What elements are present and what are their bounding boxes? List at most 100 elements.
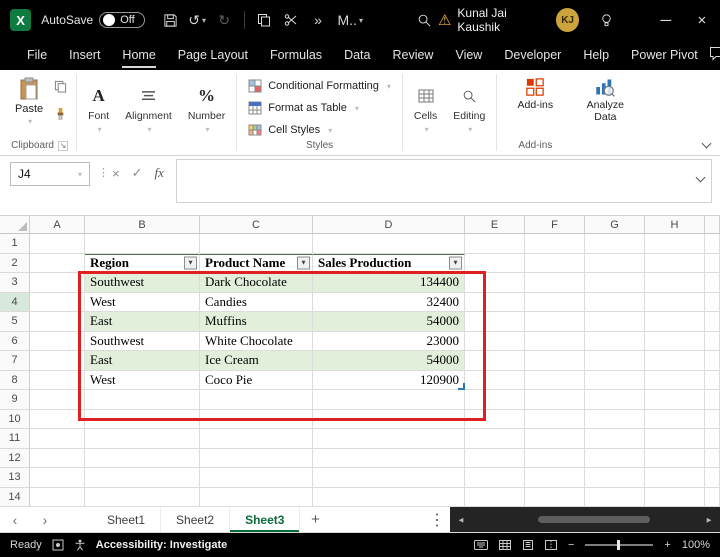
cell-A5[interactable] [30,312,85,332]
undo-icon[interactable]: ↺▾ [184,0,211,40]
cell-A12[interactable] [30,449,85,469]
analyze-data-button[interactable]: Analyze Data [572,74,638,126]
cell-H14[interactable] [645,488,705,508]
close-button[interactable]: × [684,0,720,40]
cell-B10[interactable] [85,410,200,430]
cell-F1[interactable] [525,234,585,254]
quick-access-dropdown[interactable]: M.. ▾ [332,0,369,40]
paste-button[interactable]: Paste ▾ [8,74,50,129]
row-header-9[interactable]: 9 [0,390,30,410]
filter-button-B2[interactable]: ▾ [184,256,197,269]
add-ins-button[interactable]: Add-ins [502,74,568,114]
row-header-11[interactable]: 11 [0,429,30,449]
menu-tab-formulas[interactable]: Formulas [259,40,333,70]
cell-D7[interactable]: 54000 [313,351,465,371]
cell-H4[interactable] [645,293,705,313]
cell-E11[interactable] [465,429,525,449]
formula-input[interactable] [176,159,712,203]
cell-G9[interactable] [585,390,645,410]
cell-G2[interactable] [585,254,645,274]
scroll-right-icon[interactable]: ► [705,515,713,524]
row-header-13[interactable]: 13 [0,468,30,488]
cell-G11[interactable] [585,429,645,449]
row-header-6[interactable]: 6 [0,332,30,352]
cell-F6[interactable] [525,332,585,352]
cell-C7[interactable]: Ice Cream [200,351,313,371]
font-group-button[interactable]: A Font ▾ [80,70,117,155]
cell-G1[interactable] [585,234,645,254]
filter-button-C2[interactable]: ▾ [297,256,310,269]
cell-D4[interactable]: 32400 [313,293,465,313]
cells-group-button[interactable]: Cells ▾ [406,70,445,155]
format-as-table-button[interactable]: Format as Table ▾ [242,98,397,118]
cell-A2[interactable] [30,254,85,274]
cell-H9[interactable] [645,390,705,410]
cell-A6[interactable] [30,332,85,352]
search-icon[interactable] [411,0,438,40]
cell-H12[interactable] [645,449,705,469]
cell-A4[interactable] [30,293,85,313]
cell-E5[interactable] [465,312,525,332]
cell-E1[interactable] [465,234,525,254]
cell-B14[interactable] [85,488,200,508]
sheet-nav-right-icon[interactable]: › [30,507,60,532]
cell-G7[interactable] [585,351,645,371]
cell-F12[interactable] [525,449,585,469]
cell-G3[interactable] [585,273,645,293]
cell-A8[interactable] [30,371,85,391]
cell-E6[interactable] [465,332,525,352]
cell-F14[interactable] [525,488,585,508]
sheet-nav-left-icon[interactable]: ‹ [0,507,30,532]
cell-H8[interactable] [645,371,705,391]
cell-C2[interactable]: Product Name▾ [200,254,313,274]
cell-C10[interactable] [200,410,313,430]
cell-B8[interactable]: West [85,371,200,391]
column-header-C[interactable]: C [200,216,313,234]
cell-E13[interactable] [465,468,525,488]
editing-group-button[interactable]: Editing ▾ [445,70,493,155]
row-header-4[interactable]: 4 [0,293,30,313]
name-box[interactable]: J4 ▾ [10,162,90,186]
cell-A11[interactable] [30,429,85,449]
cell-G10[interactable] [585,410,645,430]
enter-icon[interactable]: ✓ [132,165,143,181]
cell-E4[interactable] [465,293,525,313]
cell-C11[interactable] [200,429,313,449]
cell-F9[interactable] [525,390,585,410]
redo-icon[interactable]: ↻ [211,0,238,40]
cell-F13[interactable] [525,468,585,488]
cell-D10[interactable] [313,410,465,430]
cell-B4[interactable]: West [85,293,200,313]
cell-E10[interactable] [465,410,525,430]
cell-G8[interactable] [585,371,645,391]
cell-F5[interactable] [525,312,585,332]
cell-C12[interactable] [200,449,313,469]
cell-G12[interactable] [585,449,645,469]
cell-H3[interactable] [645,273,705,293]
menu-tab-help[interactable]: Help [572,40,620,70]
column-header-B[interactable]: B [85,216,200,234]
sheet-more-button[interactable]: ⋮ [424,507,450,532]
cell-D14[interactable] [313,488,465,508]
sheet-tab-sheet2[interactable]: Sheet2 [161,507,230,532]
warning-icon[interactable]: ⚠ [438,11,451,29]
cancel-icon[interactable]: × [112,166,120,181]
cell-C5[interactable]: Muffins [200,312,313,332]
sheet-tab-sheet1[interactable]: Sheet1 [92,507,161,532]
more-commands-icon[interactable]: » [305,0,332,40]
cell-F3[interactable] [525,273,585,293]
cell-B6[interactable]: Southwest [85,332,200,352]
cell-E9[interactable] [465,390,525,410]
cell-F4[interactable] [525,293,585,313]
cell-E8[interactable] [465,371,525,391]
user-name[interactable]: Kunal Jai Kaushik [457,6,548,34]
cell-F2[interactable] [525,254,585,274]
cell-D11[interactable] [313,429,465,449]
cell-C3[interactable]: Dark Chocolate [200,273,313,293]
cell-H7[interactable] [645,351,705,371]
sheet-tab-sheet3[interactable]: Sheet3 [230,507,300,532]
cell-G6[interactable] [585,332,645,352]
cell-A3[interactable] [30,273,85,293]
page-layout-view-icon[interactable] [522,540,534,550]
zoom-out-button[interactable]: − [568,539,574,551]
